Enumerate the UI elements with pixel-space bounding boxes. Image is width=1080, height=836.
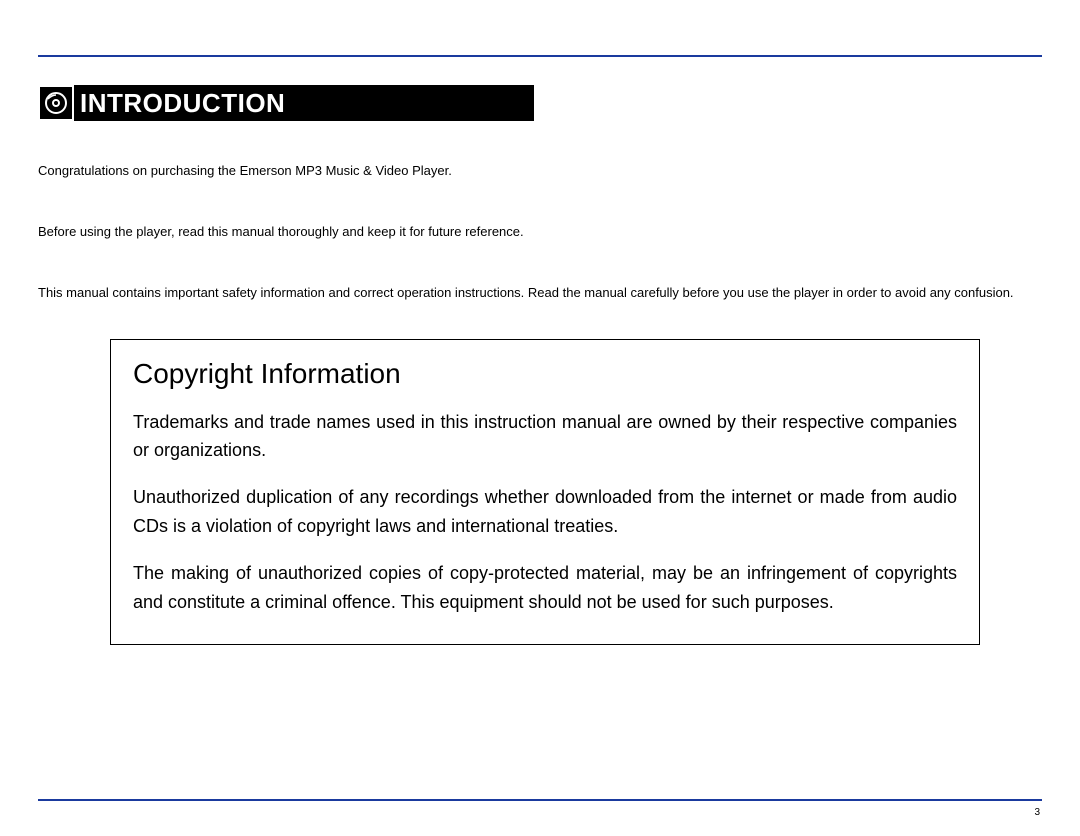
disc-icon (38, 85, 74, 121)
page-number: 3 (38, 807, 1042, 818)
copyright-paragraph-3: The making of unauthorized copies of cop… (133, 559, 957, 617)
intro-paragraph-1: Congratulations on purchasing the Emerso… (38, 155, 1042, 186)
copyright-box: Copyright Information Trademarks and tra… (110, 339, 980, 646)
section-title: INTRODUCTION (74, 85, 534, 121)
intro-paragraph-2: Before using the player, read this manua… (38, 216, 1042, 247)
section-title-text: INTRODUCTION (80, 88, 285, 119)
intro-paragraphs: Congratulations on purchasing the Emerso… (38, 155, 1042, 309)
copyright-paragraph-2: Unauthorized duplication of any recordin… (133, 483, 957, 541)
copyright-paragraph-1: Trademarks and trade names used in this … (133, 408, 957, 466)
intro-paragraph-3: This manual contains important safety in… (38, 277, 1042, 308)
bottom-horizontal-rule (38, 799, 1042, 801)
top-horizontal-rule (38, 55, 1042, 57)
copyright-title: Copyright Information (133, 358, 957, 390)
footer-area: 3 (38, 799, 1042, 818)
section-header: INTRODUCTION (38, 85, 1042, 121)
